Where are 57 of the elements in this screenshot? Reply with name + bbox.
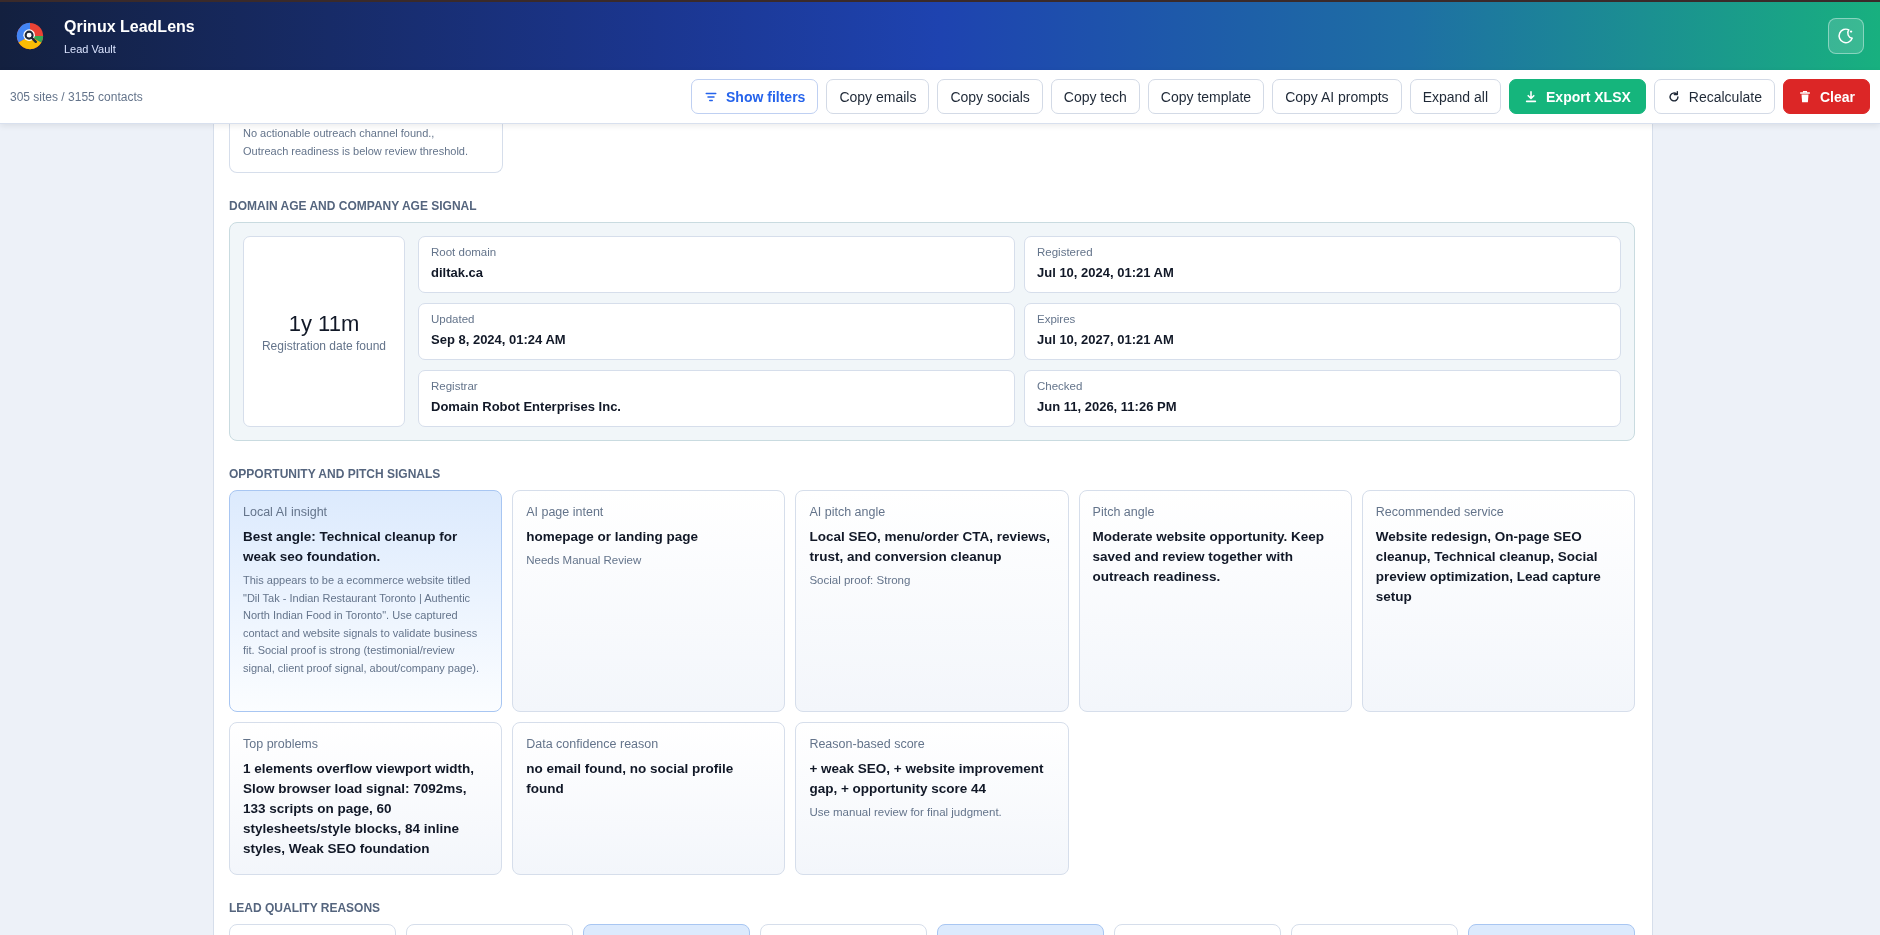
age-note: Registration date found [261,338,387,353]
signal-value: homepage or landing page [526,528,699,546]
field-value: Jul 10, 2024, 01:21 AM [1037,265,1175,280]
signal-value: no email found, no social profile found [526,760,735,798]
note-text: Outreach readiness is below review threshold. [243,144,469,159]
app-subtitle: Lead Vault [64,42,117,55]
section-heading: OPPORTUNITY AND PITCH SIGNALS [229,467,442,481]
toolbar-button[interactable]: Copy socials [937,79,1043,114]
signal-label: Recommended service [1375,505,1505,519]
signal-value: Local SEO, menu/order CTA, reviews, trust, and conversion cleanup [809,528,1051,566]
age-value: 1y 11m [288,310,360,337]
signal-note: Use manual review for final judgment. [809,805,1003,820]
field-value: Jun 11, 2026, 11:26 PM [1037,399,1178,414]
signal-label: Top problems [243,737,320,751]
signal-value: Website redesign, On-page SEO cleanup, Technical cleanup, Social preview optimization, Lead capture setup [1375,528,1602,606]
signal-note: Needs Manual Review [526,553,643,568]
site-contact-count: 305 sites / 3155 contacts [10,89,144,104]
field-label: Checked [1037,380,1084,392]
signal-label: Local AI insight [243,505,329,519]
field-label: Updated [431,313,476,325]
field-value: Domain Robot Enterprises Inc. [431,399,622,414]
signal-value: 1 elements overflow viewport width, Slow browser load signal: 7092ms, 133 scripts on page, 60 stylesheets/style blocks, 84 inline styles, Weak SEO foundation [243,760,476,858]
toolbar-button[interactable]: Copy emails [826,79,930,114]
signal-label: Data confidence reason [526,737,660,751]
field-value: Sep 8, 2024, 01:24 AM [431,332,567,347]
signal-note: Social proof: Strong [809,573,912,588]
section-heading: DOMAIN AGE AND COMPANY AGE SIGNAL [229,199,478,213]
toolbar-button[interactable]: Clear [1782,79,1870,114]
toolbar-button[interactable]: Copy template [1147,79,1265,114]
field-value: diltak.ca [431,265,485,280]
note-text: No actionable outreach channel found., [243,126,436,141]
app-title: Qrinux LeadLens [64,17,196,36]
toolbar-button[interactable]: Recalculate [1653,79,1775,114]
download-icon [1524,89,1538,104]
field-label: Expires [1037,313,1077,325]
toolbar-button[interactable]: Expand all [1409,79,1501,114]
field-label: Registered [1037,246,1094,258]
theme-toggle-button[interactable] [1828,18,1864,54]
filter-button[interactable]: Show filters [691,79,819,114]
signal-label: AI pitch angle [809,505,887,519]
signal-note: This appears to be a ecommerce website titled "Dil Tak - Indian Restaurant Toronto | Authentic North Indian Food in Toronto". Use captured contact and website signals to validate business fit. Social proof is strong (testimonial/review signal, client proof signal, about/company page). [243,573,481,676]
field-label: Registrar [431,380,479,392]
moon-icon [1837,27,1855,45]
field-label: Root domain [431,246,498,258]
toolbar-button[interactable]: Copy AI prompts [1272,79,1402,114]
field-value: Jul 10, 2027, 01:21 AM [1037,332,1175,347]
logo-icon [16,22,44,50]
signal-label: Reason-based score [809,737,926,751]
trash-icon [1797,89,1812,104]
toolbar-button[interactable]: Copy tech [1050,79,1140,114]
signal-label: AI page intent [526,505,605,519]
signal-value: Best angle: Technical cleanup for weak seo foundation. [243,528,459,566]
refresh-icon [1666,89,1681,104]
signal-value: + weak SEO, + website improvement gap, + opportunity score 44 [809,760,1045,798]
section-heading: LEAD QUALITY REASONS [229,901,382,915]
signal-value: Moderate website opportunity. Keep saved and review together with outreach readiness. [1092,528,1326,586]
signal-label: Pitch angle [1092,505,1156,519]
